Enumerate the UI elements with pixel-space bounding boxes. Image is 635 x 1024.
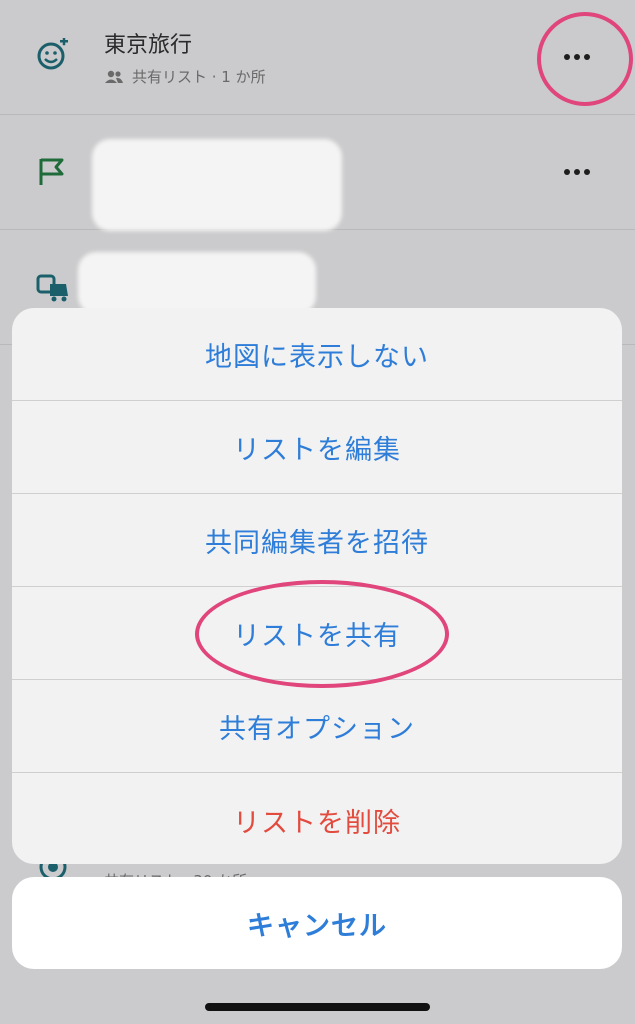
more-dot xyxy=(574,54,580,60)
more-dot xyxy=(584,169,590,175)
more-horizontal-icon xyxy=(564,54,570,60)
more-dot xyxy=(574,169,580,175)
delete-list-action[interactable]: リストを削除 xyxy=(12,773,622,864)
list-title: 東京旅行 xyxy=(104,33,193,58)
sharing-options-action[interactable]: 共有オプション xyxy=(12,680,622,773)
more-horizontal-icon xyxy=(564,169,570,175)
list-row-tokyo[interactable]: 東京旅行 共有リスト · 1 か所 xyxy=(0,0,635,115)
transit-icon xyxy=(36,274,68,302)
hide-on-map-action[interactable]: 地図に表示しない xyxy=(12,308,622,401)
home-indicator xyxy=(205,1003,430,1011)
invite-collaborators-action[interactable]: 共同編集者を招待 xyxy=(12,494,622,587)
more-options-button[interactable] xyxy=(557,42,597,72)
list-row-2[interactable] xyxy=(0,115,635,231)
share-list-action[interactable]: リストを共有 xyxy=(12,587,622,680)
action-sheet: 地図に表示しない リストを編集 共同編集者を招待 リストを共有 共有オプション … xyxy=(12,308,622,864)
people-icon xyxy=(105,70,123,83)
more-dot xyxy=(584,54,590,60)
smiley-plus-icon xyxy=(37,38,68,70)
flag-icon xyxy=(39,158,64,185)
redacted-title xyxy=(78,252,316,314)
list-subtitle: 共有リスト · 1 か所 xyxy=(104,66,266,87)
edit-list-action[interactable]: リストを編集 xyxy=(12,401,622,494)
cancel-button[interactable]: キャンセル xyxy=(12,877,622,969)
more-options-button[interactable] xyxy=(557,157,597,187)
list-subtitle-text: 共有リスト · 1 か所 xyxy=(132,68,266,86)
redacted-title xyxy=(92,139,342,231)
